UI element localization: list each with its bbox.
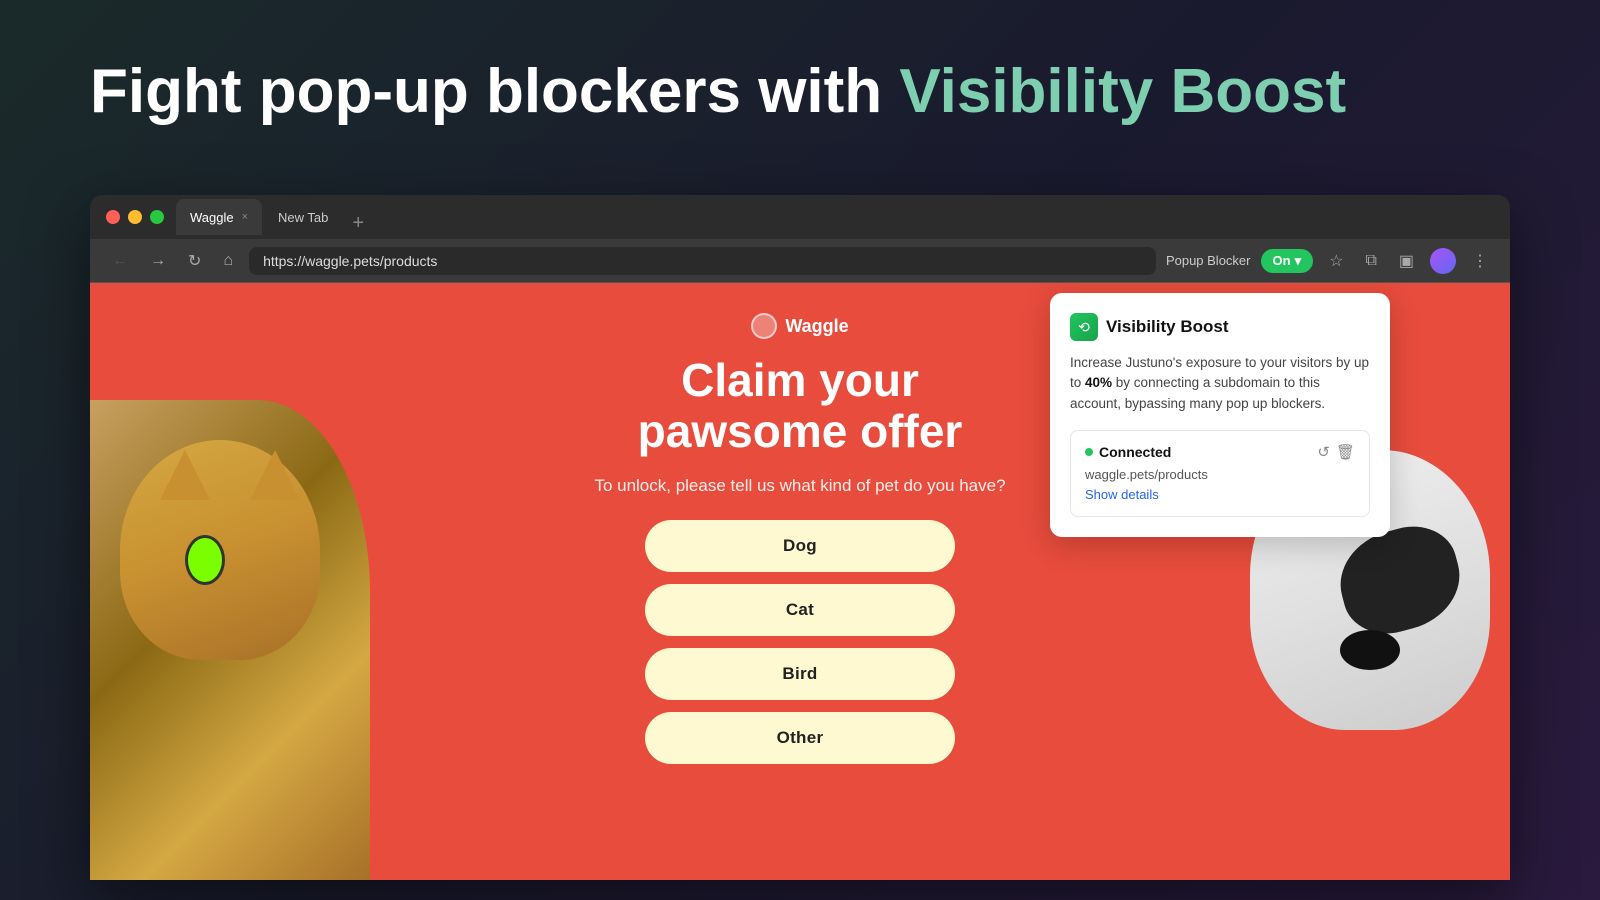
options-container: Dog Cat Bird Other (645, 520, 955, 764)
connected-header: Connected ↺ 🗑 (1085, 443, 1355, 461)
extensions-button[interactable]: ⧉ (1359, 248, 1382, 274)
cat-face (120, 440, 320, 660)
connected-section: Connected ↺ 🗑 waggle.pets/products Show … (1070, 430, 1370, 517)
tab-waggle-label: Waggle (190, 210, 234, 225)
brand-header: Waggle (751, 313, 848, 339)
cat-ear-left (160, 450, 210, 500)
popup-title: Visibility Boost (1106, 317, 1229, 337)
sidebar-button[interactable]: ▣ (1393, 247, 1420, 275)
brand-name: Waggle (785, 316, 848, 337)
browser-toolbar: ← → ↻ ⌂ Popup Blocker On ▾ ☆ ⧉ ▣ ⋮ (90, 239, 1510, 283)
popup-blocker-label: Popup Blocker (1166, 253, 1251, 268)
refresh-connection-button[interactable]: ↺ (1317, 443, 1330, 461)
home-button[interactable]: ⌂ (217, 248, 239, 274)
show-details-link[interactable]: Show details (1085, 487, 1159, 502)
minimize-button[interactable] (128, 210, 142, 224)
toolbar-right: Popup Blocker On ▾ ☆ ⧉ ▣ ⋮ (1166, 247, 1494, 275)
popup-logo-icon: ⟲ (1070, 313, 1098, 341)
popup-desc-percent: 40% (1085, 375, 1112, 390)
tabs-bar: Waggle × New Tab + (176, 199, 1494, 235)
forward-button[interactable]: → (144, 248, 172, 274)
browser-window: Waggle × New Tab + ← → ↻ ⌂ Popup Blocker… (90, 195, 1510, 880)
cat-illustration (90, 400, 370, 880)
option-dog-button[interactable]: Dog (645, 520, 955, 572)
popup-header: ⟲ Visibility Boost (1070, 313, 1370, 341)
menu-button[interactable]: ⋮ (1466, 247, 1494, 275)
hero-title: Fight pop-up blockers with Visibility Bo… (90, 55, 1510, 129)
option-cat-button[interactable]: Cat (645, 584, 955, 636)
hero-title-text: Fight pop-up blockers with (90, 57, 899, 126)
refresh-button[interactable]: ↻ (182, 247, 207, 275)
close-button[interactable] (106, 210, 120, 224)
star-button[interactable]: ☆ (1323, 247, 1349, 275)
cat-eye (185, 535, 225, 585)
toggle-arrow-icon: ▾ (1295, 253, 1302, 269)
cat-ear-right (250, 450, 300, 500)
traffic-lights (106, 210, 164, 224)
headline-line1: Claim your (638, 355, 963, 406)
option-bird-button[interactable]: Bird (645, 648, 955, 700)
logo-symbol: ⟲ (1078, 319, 1090, 336)
domain-text: waggle.pets/products (1085, 467, 1355, 482)
tab-waggle[interactable]: Waggle × (176, 199, 262, 235)
brand-icon (751, 313, 777, 339)
delete-connection-button[interactable]: 🗑 (1336, 443, 1355, 461)
popup-description: Increase Justuno's exposure to your visi… (1070, 353, 1370, 414)
headline-line2: pawsome offer (638, 406, 963, 457)
tab-new-tab[interactable]: New Tab (264, 199, 342, 235)
webpage-content: Waggle Claim your pawsome offer To unloc… (90, 283, 1510, 880)
subtitle-text: To unlock, please tell us what kind of p… (594, 476, 1005, 496)
tab-new-tab-label: New Tab (278, 210, 328, 225)
connected-indicator (1085, 448, 1093, 456)
option-other-button[interactable]: Other (645, 712, 955, 764)
dog-nose (1340, 630, 1400, 670)
connected-label: Connected (1099, 444, 1171, 460)
new-tab-button[interactable]: + (344, 212, 372, 235)
address-bar[interactable] (249, 247, 1156, 275)
maximize-button[interactable] (150, 210, 164, 224)
avatar[interactable] (1430, 248, 1456, 274)
connected-left: Connected (1085, 444, 1171, 460)
browser-chrome: Waggle × New Tab + (90, 195, 1510, 239)
main-headline: Claim your pawsome offer (638, 355, 963, 456)
hero-title-highlight: Visibility Boost (899, 57, 1346, 126)
back-button[interactable]: ← (106, 248, 134, 274)
visibility-boost-popup: ⟲ Visibility Boost Increase Justuno's ex… (1050, 293, 1390, 537)
tab-waggle-close[interactable]: × (242, 211, 248, 223)
connected-actions: ↺ 🗑 (1317, 443, 1355, 461)
toggle-on-label: On (1273, 253, 1291, 268)
popup-blocker-toggle[interactable]: On ▾ (1261, 249, 1314, 273)
